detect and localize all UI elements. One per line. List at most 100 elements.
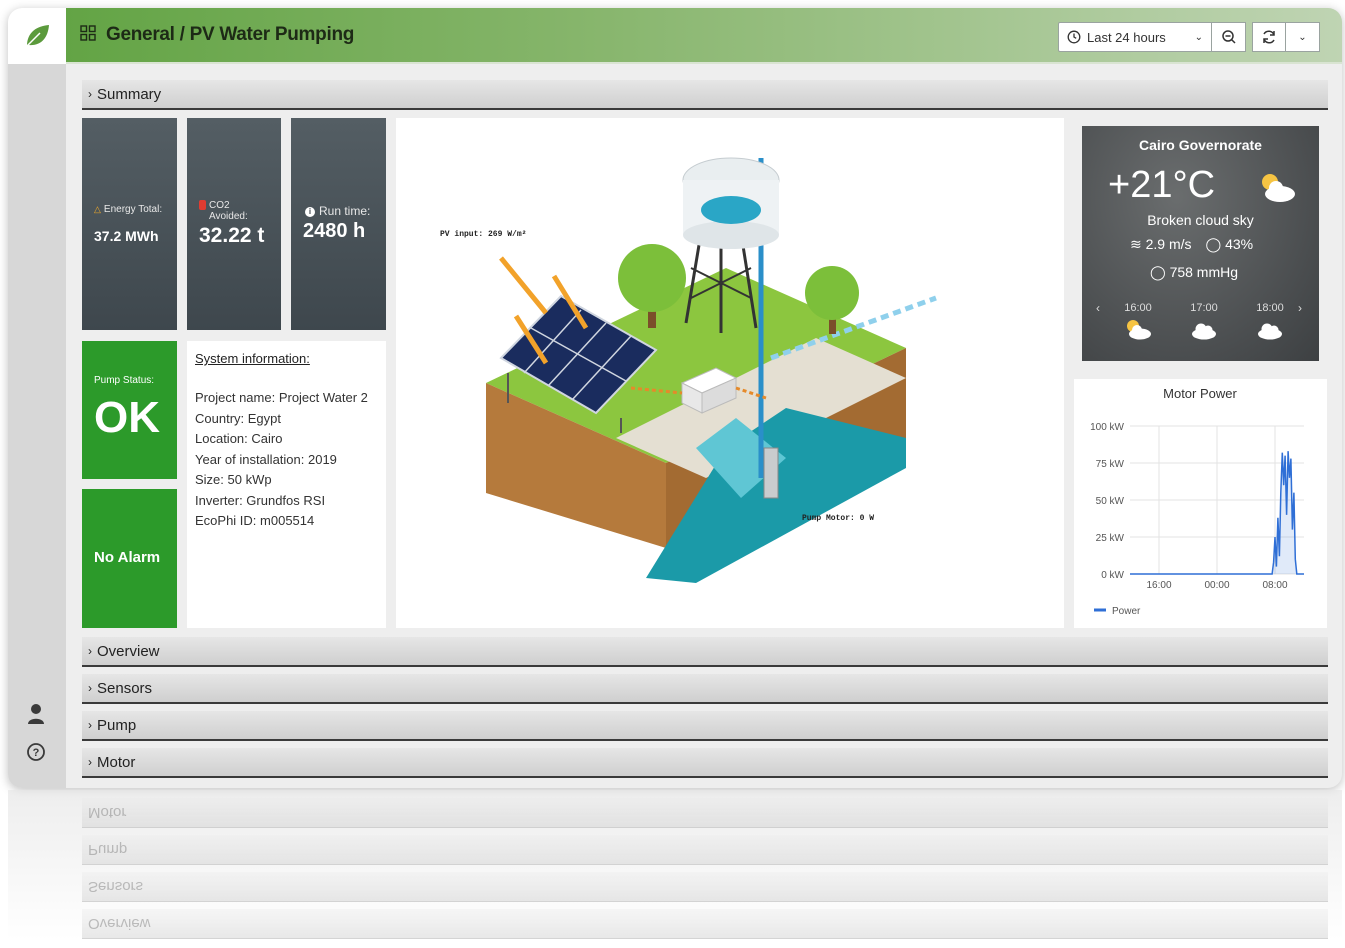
forecast-item: 17:00 <box>1184 302 1224 340</box>
sidebar: ? <box>8 8 66 788</box>
leaf-icon <box>26 25 49 47</box>
logo[interactable] <box>8 8 66 64</box>
chevron-right-icon: › <box>88 755 92 769</box>
dashboard-grid-icon[interactable] <box>80 24 96 46</box>
zoom-out-button[interactable] <box>1212 22 1246 52</box>
refresh-icon <box>1263 30 1275 44</box>
weather-location: Cairo Governorate <box>1139 137 1262 153</box>
chart-legend-label: Power <box>1112 606 1141 617</box>
row-motor[interactable]: › Motor <box>82 748 1328 778</box>
run-time-value: 2480 h <box>303 220 366 242</box>
pump-status-value: OK <box>94 393 160 442</box>
pressure-icon: ◯ <box>1150 264 1166 280</box>
chevron-right-icon: › <box>88 87 92 101</box>
humidity-icon: ◯ <box>1205 236 1222 252</box>
row-summary[interactable]: › Summary <box>82 80 1328 110</box>
row-pump-label: Pump <box>97 716 137 734</box>
system-diagram-panel: PV input: 269 W/m² Pump Motor: 0 W <box>396 118 1064 628</box>
time-range-picker[interactable]: Last 24 hours ⌄ <box>1058 22 1212 52</box>
svg-text:?: ? <box>33 747 40 759</box>
row-motor-label: Motor <box>97 753 136 771</box>
run-time-card: i Run time: 2480 h <box>291 118 386 330</box>
forecast-item: 16:00 <box>1118 302 1158 340</box>
chart-y-tick-label: 50 kW <box>1096 496 1125 507</box>
pv-input-label: PV input: 269 W/m² <box>440 230 526 239</box>
weather-humidity: ◯ 43% <box>1205 236 1254 252</box>
pv-pump-diagram: PV input: 269 W/m² Pump Motor: 0 W <box>440 157 937 583</box>
chart-y-tick-label: 75 kW <box>1096 459 1125 470</box>
forecast-item: 18:00 <box>1250 302 1290 340</box>
alarm-card: No Alarm <box>82 489 177 628</box>
row-sensors[interactable]: › Sensors <box>82 674 1328 704</box>
co2-avoided-card: CO2 Avoided: 32.22 t <box>187 118 281 330</box>
motor-power-chart: Motor Power 100 kW 75 kW 50 kW 25 kW 0 kW 16:0… <box>1090 386 1304 617</box>
chart-title: Motor Power <box>1163 386 1237 401</box>
weather-wind: ≋ 2.9 m/s <box>1130 236 1192 252</box>
time-range-label: Last 24 hours <box>1087 29 1166 45</box>
system-info-title: System information: <box>195 351 310 366</box>
co2-avoided-label: CO2 Avoided: <box>209 200 248 222</box>
energy-total-card: △ Energy Total: 37.2 MWh <box>82 118 177 330</box>
cloud-icon <box>1192 323 1216 340</box>
chevron-down-icon: ⌄ <box>1194 31 1203 43</box>
info-icon: i <box>305 206 315 217</box>
weather-widget: Cairo Governorate +21°C Broken cloud sky… <box>1082 126 1319 361</box>
reflection-row-overview: Overview <box>82 909 1328 939</box>
co2-avoided-value: 32.22 t <box>199 224 265 247</box>
help-icon[interactable]: ? <box>23 739 49 765</box>
top-nav-bar: General / PV Water Pumping Last 24 hours… <box>66 8 1342 64</box>
reflection-row-motor: Motor <box>82 798 1328 828</box>
system-info-line: Location: Cairo <box>195 431 283 446</box>
user-icon[interactable] <box>23 701 49 727</box>
system-info-line: Size: 50 kWp <box>195 472 272 487</box>
page-title[interactable]: General / PV Water Pumping <box>106 24 354 46</box>
row-sensors-label: Sensors <box>97 679 153 697</box>
energy-total-label: Energy Total: <box>103 204 163 215</box>
row-overview-label: Overview <box>97 642 160 660</box>
cloud-icon <box>1258 323 1282 340</box>
chart-x-tick-label: 00:00 <box>1204 580 1229 591</box>
system-info-panel: System information: Project name: Projec… <box>187 341 386 628</box>
system-info-line: Project name: Project Water 2 <box>195 390 368 405</box>
chart-y-tick-label: 0 kW <box>1101 570 1124 581</box>
forecast-time: 17:00 <box>1190 302 1218 314</box>
system-info-line: EcoPhi ID: m005514 <box>195 513 315 528</box>
chart-x-tick-label: 16:00 <box>1146 580 1171 591</box>
system-info-line: Country: Egypt <box>195 410 281 426</box>
run-time-label: Run time: <box>319 204 371 218</box>
system-info-line: Year of installation: 2019 <box>195 451 337 467</box>
pump-motor-label: Pump Motor: 0 W <box>802 514 874 523</box>
weather-temperature: +21°C <box>1108 164 1216 206</box>
chart-x-tick-label: 08:00 <box>1262 580 1287 591</box>
system-info-list: Project name: Project Water 2 Country: Eg… <box>195 388 378 532</box>
forecast-strip: 16:00 17:00 18:00 <box>1118 302 1290 340</box>
motor-power-panel: Motor Power 100 kW 75 kW 50 kW 25 kW 0 kW 16:0… <box>1074 379 1327 628</box>
clock-icon <box>1067 30 1081 44</box>
partly-cloudy-icon <box>1254 170 1298 209</box>
refresh-interval-dropdown[interactable]: ⌄ <box>1286 22 1320 52</box>
row-pump[interactable]: › Pump <box>82 711 1328 741</box>
energy-icon: △ <box>94 204 101 214</box>
pump-status-label: Pump Status: <box>94 375 155 386</box>
row-summary-label: Summary <box>97 85 162 103</box>
chevron-right-icon: › <box>88 718 92 732</box>
pump-status-card: Pump Status: OK <box>82 341 177 479</box>
weather-condition: Broken cloud sky <box>1147 212 1254 228</box>
chart-y-tick-label: 100 kW <box>1090 422 1124 433</box>
forecast-time: 16:00 <box>1124 302 1152 314</box>
weather-pressure: ◯ 758 mmHg <box>1150 264 1239 280</box>
energy-total-value: 37.2 MWh <box>94 228 159 244</box>
refresh-button[interactable] <box>1252 22 1286 52</box>
wind-icon: ≋ <box>1130 236 1142 252</box>
forecast-next-button[interactable]: › <box>1298 301 1302 315</box>
system-info-line: Inverter: Grundfos RSI <box>195 492 326 508</box>
co2-icon <box>199 200 206 210</box>
alarm-label: No Alarm <box>94 549 161 566</box>
chevron-right-icon: › <box>88 644 92 658</box>
forecast-time: 18:00 <box>1256 302 1284 314</box>
chevron-right-icon: › <box>88 681 92 695</box>
row-overview[interactable]: › Overview <box>82 637 1328 667</box>
chart-y-tick-label: 25 kW <box>1096 533 1125 544</box>
reflection-row-pump: Pump <box>82 835 1328 865</box>
forecast-prev-button[interactable]: ‹ <box>1096 301 1100 315</box>
